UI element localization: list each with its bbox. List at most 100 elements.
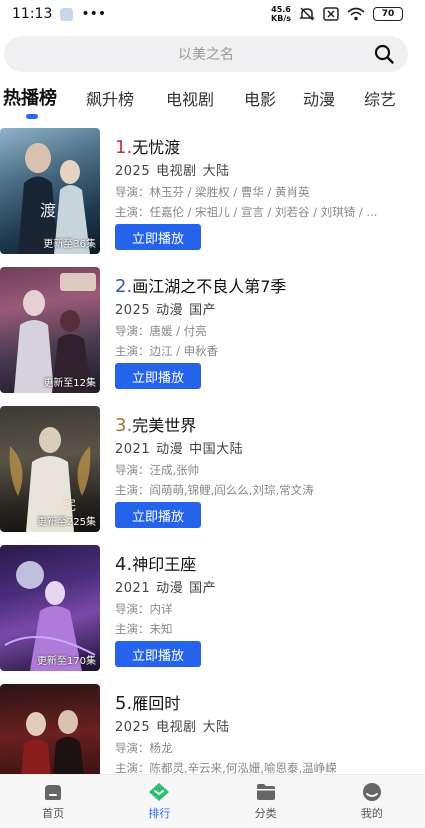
poster-image[interactable]: 完 更新至225集 — [0, 406, 100, 532]
svg-text:完: 完 — [62, 498, 76, 514]
rank-tabs: 热播榜 飙升榜 电视剧 电影 动漫 综艺 — [0, 82, 425, 122]
episode-badge: 更新至170集 — [36, 656, 96, 667]
item-year: 2025 — [115, 164, 151, 179]
item-meta: 2021 动漫 中国大陆 — [115, 438, 249, 457]
title-text: 无忧渡 — [132, 138, 181, 157]
item-region: 大陆 — [202, 720, 230, 735]
item-title[interactable]: 2.画江湖之不良人第7季 — [115, 273, 286, 297]
cast-line: 主演：任嘉伦 / 宋祖儿 / 宣言 / 刘若谷 / 刘琪锜 / ... — [115, 205, 378, 219]
rank-number: 3. — [115, 415, 133, 436]
poster-image[interactable]: 渡 更新至36集 — [0, 128, 100, 254]
status-dots: ••• — [81, 6, 107, 22]
status-time: 11:13 — [12, 6, 53, 22]
home-icon — [45, 785, 62, 800]
item-title[interactable]: 3.完美世界 — [115, 412, 196, 436]
nav-profile[interactable]: 我的 — [319, 775, 425, 828]
folder-icon — [256, 784, 275, 800]
tab-rising[interactable]: 飙升榜 — [86, 86, 134, 110]
battery-level: 70 — [381, 9, 395, 19]
item-type: 动漫 — [156, 442, 184, 457]
title-text: 雁回时 — [132, 694, 181, 713]
list-item[interactable]: 更新至12集 2.画江湖之不良人第7季 2025 动漫 国产 导演：唐媛 / 付亮 … — [0, 267, 425, 397]
rank-number: 5. — [115, 693, 133, 714]
rank-number: 1. — [115, 137, 133, 158]
item-region: 国产 — [189, 303, 217, 318]
status-bar: 11:13 ••• 45.6 KB/s 70 — [0, 0, 425, 28]
play-now-button[interactable]: 立即播放 — [115, 224, 201, 250]
profile-icon — [362, 783, 381, 801]
rank-icon — [149, 783, 170, 801]
item-meta: 2025 动漫 国产 — [115, 299, 222, 318]
status-right: 45.6 KB/s 70 — [271, 5, 403, 23]
title-text: 神印王座 — [132, 555, 197, 574]
director-line: 导演：唐媛 / 付亮 — [115, 324, 207, 338]
item-title[interactable]: 5.雁回时 — [115, 690, 180, 714]
net-speed-value: 45.6 — [271, 5, 291, 14]
item-region: 国产 — [189, 581, 217, 596]
list-item[interactable]: 渡 更新至36集 1.无忧渡 2025 电视剧 大陆 导演：林玉芬 / 梁胜权 / … — [0, 128, 425, 258]
nav-category[interactable]: 分类 — [213, 775, 319, 828]
poster-image[interactable]: 更新至12集 — [0, 267, 100, 393]
sim-off-icon — [323, 7, 339, 21]
tab-tv[interactable]: 电视剧 — [166, 86, 214, 110]
item-meta: 2025 电视剧 大陆 — [115, 716, 236, 735]
item-type: 动漫 — [156, 303, 184, 318]
tab-indicator — [26, 114, 38, 119]
director-line: 导演：内详 — [115, 602, 173, 616]
item-region: 大陆 — [202, 164, 230, 179]
status-left: 11:13 ••• — [12, 6, 106, 22]
nav-home[interactable]: 首页 — [0, 775, 106, 828]
cast-line: 主演：阎萌萌,锦鲤,阎么么,刘琮,常文涛 — [115, 483, 314, 497]
item-region: 中国大陆 — [189, 442, 244, 457]
notification-app-icon — [60, 7, 74, 21]
item-type: 电视剧 — [156, 164, 197, 179]
battery-indicator: 70 — [373, 7, 403, 21]
item-type: 电视剧 — [156, 720, 197, 735]
item-meta: 2025 电视剧 大陆 — [115, 160, 236, 179]
tab-anime[interactable]: 动漫 — [303, 86, 335, 110]
item-type: 动漫 — [156, 581, 184, 596]
play-now-button[interactable]: 立即播放 — [115, 363, 201, 389]
tab-variety[interactable]: 综艺 — [364, 86, 396, 110]
tab-hot[interactable]: 热播榜 — [3, 84, 57, 110]
list-item[interactable]: 更新至170集 4.神印王座 2021 动漫 国产 导演：内详 主演：未知 立即播放 — [0, 545, 425, 675]
search-placeholder: 以美之名 — [178, 47, 234, 63]
list-item[interactable]: 完 更新至225集 3.完美世界 2021 动漫 中国大陆 导演：汪成,张帅 主演：… — [0, 406, 425, 536]
director-line: 导演：杨龙 — [115, 741, 173, 755]
episode-badge: 更新至36集 — [43, 239, 96, 250]
item-meta: 2021 动漫 国产 — [115, 577, 222, 596]
director-line: 导演：林玉芬 / 梁胜权 / 曹华 / 黄肖英 — [115, 185, 310, 199]
item-year: 2025 — [115, 303, 151, 318]
item-title[interactable]: 4.神印王座 — [115, 551, 196, 575]
net-speed-unit: KB/s — [271, 14, 291, 23]
nav-home-label: 首页 — [42, 807, 65, 820]
item-title[interactable]: 1.无忧渡 — [115, 134, 180, 158]
episode-badge: 更新至12集 — [43, 378, 96, 389]
nav-rank[interactable]: 排行 — [106, 775, 212, 828]
svg-text:渡: 渡 — [40, 201, 56, 220]
item-year: 2021 — [115, 581, 151, 596]
cast-line: 主演：边江 / 申秋香 — [115, 344, 219, 358]
tab-movie[interactable]: 电影 — [244, 86, 276, 110]
director-line: 导演：汪成,张帅 — [115, 463, 200, 477]
play-now-button[interactable]: 立即播放 — [115, 641, 201, 667]
nav-rank-label: 排行 — [148, 807, 171, 820]
search-icon[interactable] — [374, 44, 394, 64]
title-text: 画江湖之不良人第7季 — [132, 277, 287, 296]
item-year: 2025 — [115, 720, 151, 735]
search-bar[interactable]: 以美之名 — [4, 36, 408, 72]
network-speed: 45.6 KB/s — [271, 5, 291, 23]
mute-icon — [299, 7, 315, 21]
wifi-icon — [347, 7, 365, 21]
episode-badge: 更新至225集 — [36, 517, 96, 528]
play-now-button[interactable]: 立即播放 — [115, 502, 201, 528]
poster-image[interactable]: 更新至170集 — [0, 545, 100, 671]
rank-number: 4. — [115, 554, 133, 575]
nav-category-label: 分类 — [254, 807, 277, 820]
bottom-nav: 首页 排行 分类 我的 — [0, 774, 425, 828]
nav-profile-label: 我的 — [360, 807, 383, 820]
rank-number: 2. — [115, 276, 133, 297]
cast-line: 主演：未知 — [115, 622, 173, 636]
item-year: 2021 — [115, 442, 151, 457]
title-text: 完美世界 — [132, 416, 197, 435]
